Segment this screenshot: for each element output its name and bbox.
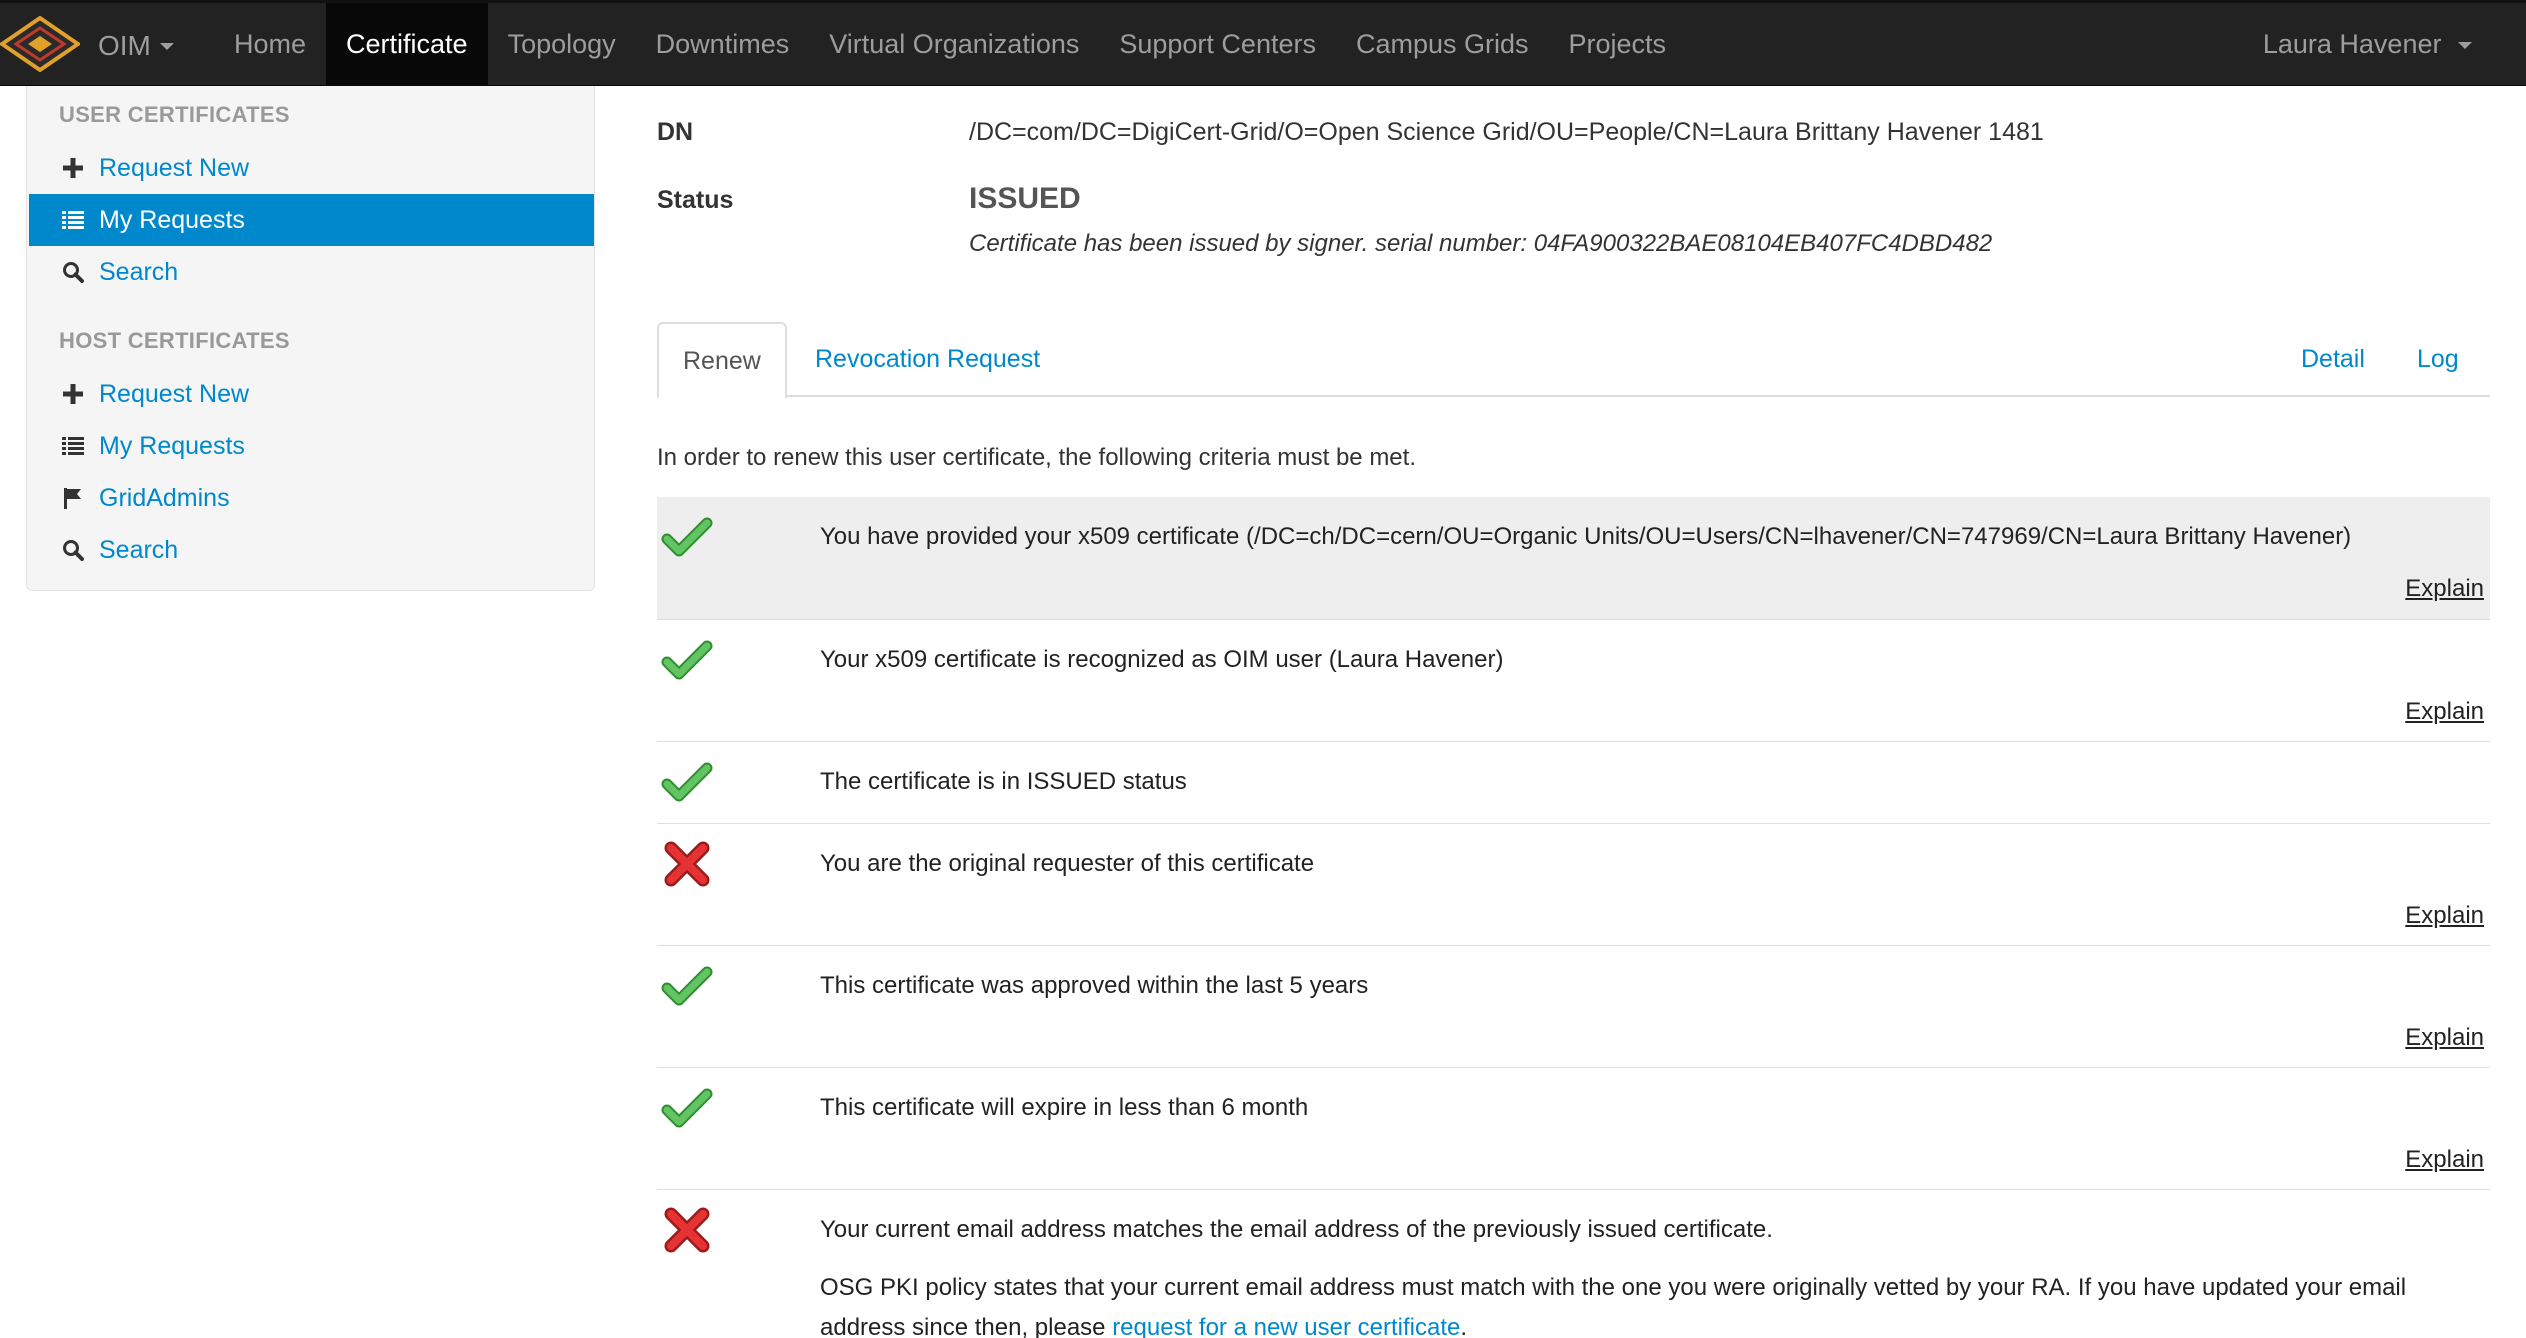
sidebar-item-host-request-new[interactable]: Request New	[29, 368, 594, 420]
criterion-text: This certificate will expire in less tha…	[820, 1094, 1309, 1121]
list-icon	[61, 434, 85, 458]
tab-revocation-request[interactable]: Revocation Request	[791, 322, 1064, 399]
nav-projects[interactable]: Projects	[1549, 3, 1687, 85]
search-icon	[61, 260, 85, 284]
user-name: Laura Havener	[2262, 29, 2442, 59]
check-icon	[661, 634, 713, 686]
status-note: Certificate has been issued by signer. s…	[969, 230, 1993, 257]
brand-label: OIM	[98, 30, 151, 61]
chevron-down-icon	[2458, 42, 2472, 50]
sidebar-item-label: My Requests	[99, 431, 245, 460]
check-icon	[661, 1082, 713, 1134]
explain-link[interactable]: Explain	[2405, 902, 2484, 930]
renew-intro: In order to renew this user certificate,…	[657, 444, 1416, 471]
criterion-text: Your x509 certificate is recognized as O…	[820, 646, 1504, 673]
sidebar-item-user-search[interactable]: Search	[29, 246, 594, 298]
sidebar-item-label: Search	[99, 535, 179, 564]
user-certificates-header: USER CERTIFICATES	[59, 102, 290, 127]
check-icon	[661, 511, 713, 563]
sidebar-item-label: GridAdmins	[99, 483, 230, 512]
status-label: Status	[657, 186, 734, 214]
tab-renew[interactable]: Renew	[657, 322, 787, 399]
top-navbar: OIM Home Certificate Topology Downtimes …	[0, 0, 2526, 86]
status-block: ISSUED Certificate has been issued by si…	[969, 182, 1992, 258]
cross-icon	[661, 838, 713, 890]
sidebar-item-gridadmins[interactable]: GridAdmins	[29, 472, 594, 524]
criterion-text: The certificate is in ISSUED status	[820, 768, 1187, 795]
sidebar: USER CERTIFICATES Request New My Request…	[26, 86, 595, 591]
dn-label: DN	[657, 118, 694, 146]
criterion-text: You have provided your x509 certificate …	[820, 523, 2352, 550]
sidebar-item-label: My Requests	[99, 205, 245, 234]
plus-icon	[61, 156, 85, 180]
explain-link[interactable]: Explain	[2405, 1024, 2484, 1052]
criterion-text: This certificate was approved within the…	[820, 972, 1369, 999]
sidebar-item-host-search[interactable]: Search	[29, 524, 594, 576]
email-policy-text: OSG PKI policy states that your current …	[820, 1274, 2407, 1338]
criterion-text-block: Your current email address matches the e…	[820, 1210, 2460, 1338]
nav-support-centers[interactable]: Support Centers	[1099, 3, 1336, 85]
sidebar-item-label: Request New	[99, 379, 250, 408]
explain-link[interactable]: Explain	[2405, 698, 2484, 726]
dn-value: /DC=com/DC=DigiCert-Grid/O=Open Science …	[969, 118, 2044, 146]
sidebar-item-label: Search	[99, 257, 179, 286]
tab-log[interactable]: Log	[2393, 322, 2483, 399]
nav-home[interactable]: Home	[214, 3, 326, 85]
list-icon	[61, 208, 85, 232]
user-menu[interactable]: Laura Havener	[2263, 3, 2472, 85]
host-certificates-header: HOST CERTIFICATES	[59, 328, 290, 353]
nav-virtual-organizations[interactable]: Virtual Organizations	[809, 3, 1099, 85]
search-icon	[61, 538, 85, 562]
criterion-text: Your current email address matches the e…	[820, 1216, 1773, 1243]
explain-link[interactable]: Explain	[2405, 575, 2484, 603]
new-user-certificate-link[interactable]: request for a new user certificate	[1112, 1314, 1460, 1338]
flag-icon	[61, 486, 85, 510]
email-policy-note: OSG PKI policy states that your current …	[820, 1268, 2460, 1338]
check-icon	[661, 960, 713, 1012]
tab-detail[interactable]: Detail	[2277, 322, 2389, 399]
sidebar-item-user-my-requests[interactable]: My Requests	[29, 194, 594, 246]
criterion-text: You are the original requester of this c…	[820, 850, 1315, 877]
criterion-row: You are the original requester of this c…	[657, 823, 2490, 945]
nav-campus-grids[interactable]: Campus Grids	[1336, 3, 1549, 85]
cross-icon	[661, 1204, 713, 1256]
explain-link[interactable]: Explain	[2405, 1146, 2484, 1174]
oim-logo-icon	[0, 15, 82, 77]
action-tabs: Renew Revocation Request Detail Log	[657, 322, 2490, 399]
sidebar-item-user-request-new[interactable]: Request New	[29, 142, 594, 194]
criterion-row: The certificate is in ISSUED status	[657, 741, 2490, 823]
criterion-row: This certificate was approved within the…	[657, 945, 2490, 1067]
sidebar-item-label: Request New	[99, 153, 250, 182]
criterion-row: This certificate will expire in less tha…	[657, 1067, 2490, 1189]
nav-downtimes[interactable]: Downtimes	[636, 3, 810, 85]
sidebar-item-host-my-requests[interactable]: My Requests	[29, 420, 594, 472]
plus-icon	[61, 382, 85, 406]
nav-certificate[interactable]: Certificate	[326, 3, 488, 85]
criterion-row: Your current email address matches the e…	[657, 1189, 2490, 1338]
status-value: ISSUED	[969, 182, 1081, 215]
check-icon	[661, 756, 713, 808]
email-policy-end: .	[1460, 1314, 1468, 1338]
nav-topology[interactable]: Topology	[488, 3, 636, 85]
criterion-row: Your x509 certificate is recognized as O…	[657, 619, 2490, 741]
criterion-row: You have provided your x509 certificate …	[657, 497, 2490, 619]
chevron-down-icon	[159, 42, 174, 50]
brand-menu[interactable]: OIM	[0, 11, 174, 81]
